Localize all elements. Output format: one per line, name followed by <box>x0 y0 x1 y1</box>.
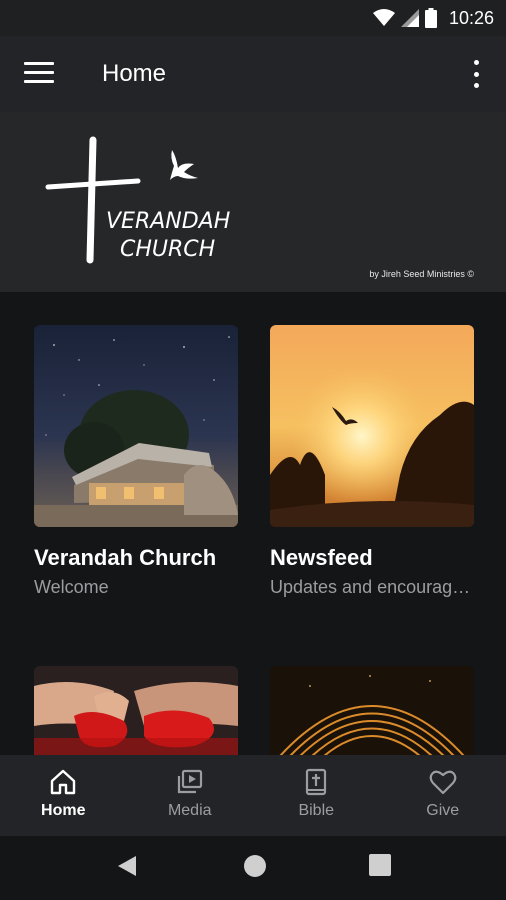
status-time: 10:26 <box>448 7 494 28</box>
nav-home[interactable]: Home <box>0 755 127 836</box>
bible-icon <box>306 768 327 796</box>
battery-icon <box>424 8 437 28</box>
media-icon <box>177 769 202 794</box>
status-bar: 10:26 <box>0 0 506 36</box>
recents-icon[interactable] <box>369 854 391 876</box>
card-hands[interactable] <box>34 666 238 756</box>
card-newsfeed[interactable]: Newsfeed Updates and encouragement <box>270 325 474 598</box>
card-verandah-church[interactable]: Verandah Church Welcome <box>34 325 238 598</box>
system-navigation-bar <box>0 836 506 900</box>
nav-label-give: Give <box>426 802 460 819</box>
card-subtitle: Welcome <box>34 577 109 597</box>
hamburger-menu-icon[interactable] <box>24 62 54 86</box>
card-subtitle: Updates and encouragement <box>270 577 474 597</box>
nav-media[interactable]: Media <box>127 755 254 836</box>
status-icons: 10:26 <box>372 6 494 30</box>
card-light-arcs[interactable] <box>270 666 474 756</box>
eagle-sunset-image <box>270 325 474 527</box>
app-bar: Home <box>0 36 506 112</box>
home-circle-icon[interactable] <box>243 854 267 878</box>
svg-text:CHURCH: CHURCH <box>120 237 215 262</box>
card-title: Newsfeed <box>270 545 373 570</box>
nav-label-bible: Bible <box>298 802 335 819</box>
bird-icon <box>170 150 198 180</box>
wifi-icon <box>372 9 395 26</box>
home-icon <box>51 769 76 795</box>
ministry-byline: by Jireh Seed Ministries © <box>369 269 474 279</box>
more-vert-icon[interactable] <box>468 60 484 88</box>
nav-bible[interactable]: Bible <box>253 755 380 836</box>
card-title: Verandah Church <box>34 545 217 570</box>
hands-petals-image <box>34 666 238 756</box>
back-icon[interactable] <box>116 854 138 878</box>
nav-label-home: Home <box>41 802 86 819</box>
bottom-navigation: Home Media Bible Give <box>0 755 506 836</box>
page-title: Home <box>102 60 167 87</box>
nav-give[interactable]: Give <box>380 755 506 836</box>
farmhouse-image <box>34 325 238 527</box>
church-banner: VERANDAH CHURCH by Jireh Seed Ministries… <box>0 112 506 292</box>
light-arcs-image <box>270 666 474 756</box>
signal-icon <box>400 9 419 27</box>
svg-text:VERANDAH: VERANDAH <box>106 209 230 234</box>
church-logo: VERANDAH CHURCH <box>45 136 230 264</box>
nav-label-media: Media <box>167 802 212 819</box>
heart-icon <box>429 770 457 795</box>
